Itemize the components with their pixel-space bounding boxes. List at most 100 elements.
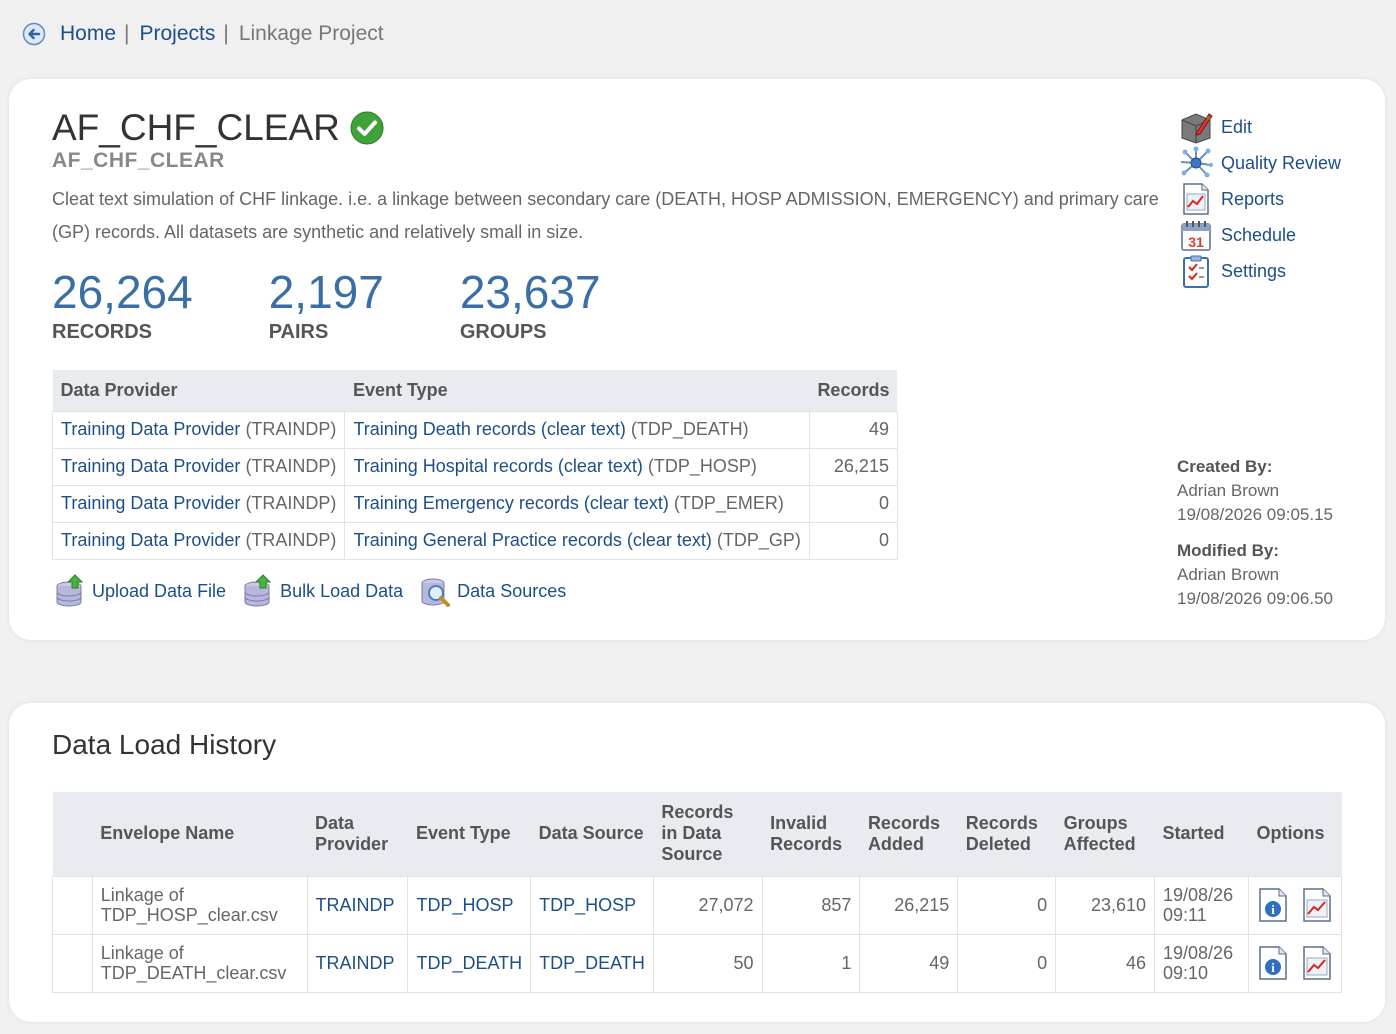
column-header-started: Started [1154,792,1249,876]
provider-link[interactable]: Training Data Provider [61,493,240,513]
event-code: (TDP_DEATH) [630,419,749,439]
provider-cell: Training Data Provider (TRAINDP) [51,484,346,523]
stat-label: PAIRS [268,321,329,343]
database-search-icon [421,578,451,607]
svg-text:31: 31 [1188,234,1204,250]
event-link[interactable]: TDP_HOSP [416,895,513,915]
column-header-spacer [52,792,93,876]
stat-records: 26,264 RECORDS [52,267,193,344]
event-link[interactable]: Training Emergency records (clear text) [353,493,668,513]
header-line: Records [661,802,734,823]
envelope-name-line: TDP_DEATH_clear.csv [100,963,287,983]
upload-data-file-button[interactable]: Upload Data File [54,574,226,608]
stat-value: 2,197 [268,266,384,318]
provider-cell: TRAINDP [306,933,409,993]
history-title: Data Load History [52,729,277,760]
records-cell: 0 [808,484,898,523]
history-table: Envelope Name Data Provider Event Type Da… [52,792,1342,993]
checklist-icon [1183,255,1209,288]
event-link[interactable]: Training Death records (clear text) [353,419,625,439]
created-by: Adrian Brown [1177,481,1280,500]
stat-value: 26,264 [52,266,193,318]
menu-item-schedule[interactable]: 31 Schedule [1179,217,1341,253]
created-at: 19/08/2026 09:05.15 [1177,505,1333,524]
started-cell: 19/08/26 09:10 [1154,933,1249,993]
header-line: Added [867,833,924,854]
provider-link[interactable]: TRAINDP [316,895,395,915]
column-header-records-in-source: Records in Data Source [653,792,763,876]
source-cell: TDP_HOSP [530,875,654,935]
column-header-groups: Groups Affected [1055,792,1155,876]
event-link[interactable]: TDP_DEATH [416,953,522,973]
menu-item-reports[interactable]: Reports [1179,181,1341,217]
menu-item-edit-label[interactable]: Edit [1221,117,1252,138]
info-document-icon[interactable]: i [1257,887,1289,923]
project-side-menu: Edit Quality Review Reports 31 Schedule … [1179,109,1341,289]
menu-item-reports-label[interactable]: Reports [1221,189,1284,210]
project-code: AF_CHF_CLEAR [52,149,225,172]
project-description: Cleat text simulation of CHF linkage. i.… [52,189,1159,242]
groups-cell: 46 [1055,933,1156,993]
invalid-cell: 857 [761,875,861,935]
provider-link[interactable]: Training Data Provider [61,419,240,439]
menu-item-schedule-label[interactable]: Schedule [1221,225,1296,246]
upload-data-file-label[interactable]: Upload Data File [92,581,226,602]
menu-item-edit[interactable]: Edit [1179,109,1341,145]
menu-item-quality-review-label[interactable]: Quality Review [1221,153,1341,174]
started-time: 09:10 [1163,963,1209,983]
provider-link[interactable]: Training Data Provider [61,530,240,550]
data-sources-label[interactable]: Data Sources [457,581,566,602]
started-cell: 19/08/26 09:11 [1154,875,1249,935]
column-header-event-type: Event Type [407,792,531,876]
column-header-deleted: Records Deleted [957,792,1056,876]
check-circle-icon [350,111,384,145]
provider-link[interactable]: TRAINDP [316,953,395,973]
table-header-row: Data Provider Event Type Records [52,370,898,411]
event-cell: Training General Practice records (clear… [344,521,810,560]
data-sources-button[interactable]: Data Sources [419,574,566,608]
modified-label: Modified By: [1177,541,1279,560]
groups-cell: 23,610 [1055,875,1156,935]
started-date: 19/08/26 [1163,885,1234,905]
source-link[interactable]: TDP_DEATH [539,953,645,973]
column-header-event-type: Event Type [344,370,810,411]
column-header-provider: Data Provider [52,370,345,411]
report-chart-icon[interactable] [1301,887,1333,923]
project-panel: AF_CHF_CLEAR AF_CHF_CLEAR Cleat text sim… [9,79,1385,640]
provider-link[interactable]: Training Data Provider [61,456,240,476]
bulk-load-data-label[interactable]: Bulk Load Data [280,581,403,602]
bulk-load-data-button[interactable]: Bulk Load Data [242,574,403,608]
menu-item-quality-review[interactable]: Quality Review [1179,145,1341,181]
breadcrumb-projects-link[interactable]: Projects [140,22,216,46]
breadcrumb-separator: | [124,22,130,45]
report-chart-icon[interactable] [1301,945,1333,981]
envelope-name-line: TDP_HOSP_clear.csv [100,905,278,925]
header-line: Data [315,812,355,833]
column-header-invalid: Invalid Records [762,792,860,876]
header-line: Deleted [965,833,1031,854]
header-line: Source [661,844,723,865]
header-line: Groups [1063,812,1128,833]
event-cell: TDP_HOSP [407,875,532,935]
table-row: Linkage of TDP_HOSP_clear.csv TRAINDP TDP… [52,875,1342,935]
back-arrow-icon[interactable] [22,22,46,46]
modified-info: Modified By: Adrian Brown 19/08/2026 09:… [1177,539,1333,611]
calendar-icon: 31 [1181,221,1211,251]
breadcrumb-home-link[interactable]: Home [60,22,116,46]
project-title-text: AF_CHF_CLEAR [52,107,340,148]
event-link[interactable]: Training General Practice records (clear… [353,530,711,550]
header-line: Affected [1063,833,1136,854]
event-link[interactable]: Training Hospital records (clear text) [353,456,642,476]
menu-item-settings[interactable]: Settings [1179,253,1341,289]
provider-code: (TRAINDP) [245,530,337,550]
source-link[interactable]: TDP_HOSP [539,895,636,915]
event-cell: Training Death records (clear text) (TDP… [344,410,810,449]
envelope-name-line: Linkage of [100,943,184,963]
audit-info: Created By: Adrian Brown 19/08/2026 09:0… [1177,455,1333,623]
header-line: in Data [661,823,722,844]
info-document-icon[interactable]: i [1257,945,1289,981]
started-date: 19/08/26 [1163,943,1234,963]
event-code: (TDP_EMER) [673,493,784,513]
row-spacer-cell [52,933,93,993]
menu-item-settings-label[interactable]: Settings [1221,261,1286,282]
